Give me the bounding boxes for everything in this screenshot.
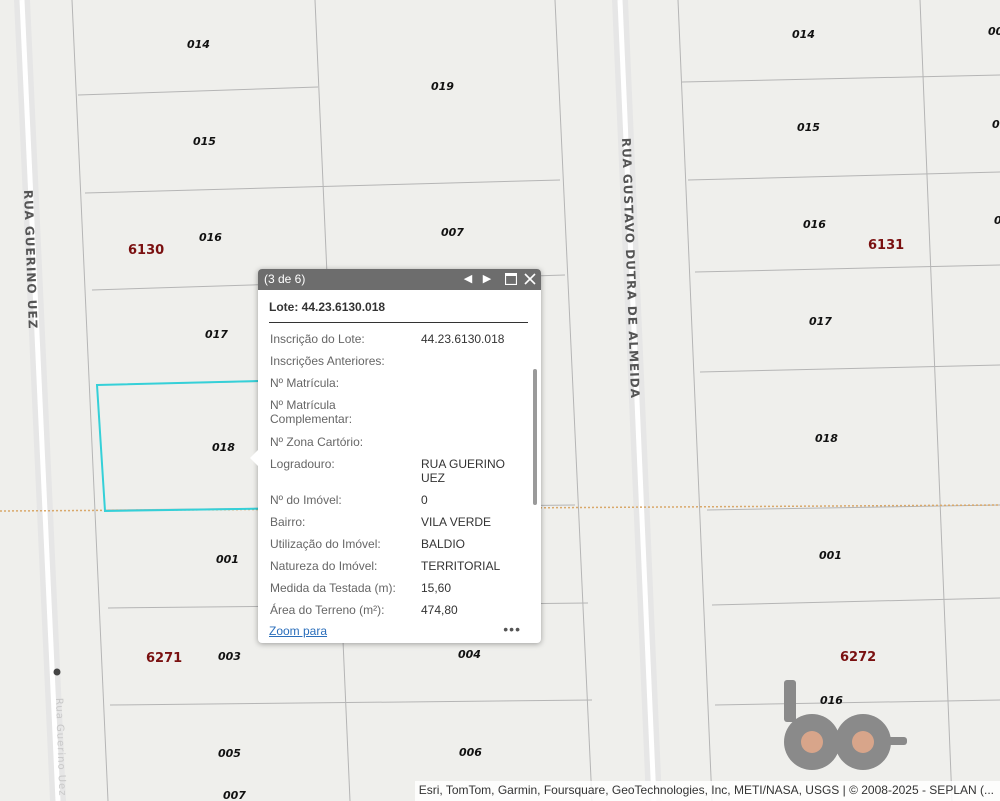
lot-label: 017 bbox=[809, 315, 832, 328]
lot-label: 014 bbox=[187, 38, 210, 51]
popup-scrollbar[interactable] bbox=[533, 369, 537, 505]
lot-label: 0 bbox=[994, 214, 1000, 227]
more-options-icon[interactable]: ••• bbox=[503, 621, 521, 637]
lot-label: 014 bbox=[792, 28, 815, 41]
brand-logo bbox=[784, 680, 907, 770]
block-label: 6130 bbox=[128, 243, 164, 258]
lot-label: 015 bbox=[193, 135, 216, 148]
popup-title: Lote: 44.23.6130.018 bbox=[269, 300, 386, 314]
lot-label: 018 bbox=[212, 441, 235, 454]
lot-label: 017 bbox=[205, 328, 228, 341]
lot-label: 004 bbox=[458, 648, 481, 661]
popup-counter: (3 de 6) bbox=[264, 272, 306, 286]
lot-label: 0 bbox=[992, 118, 1000, 131]
triangle-left-icon[interactable]: ◀ bbox=[461, 271, 475, 287]
lot-label: 001 bbox=[216, 553, 239, 566]
lot-label: 016 bbox=[199, 231, 222, 244]
popup-divider bbox=[269, 322, 528, 323]
map-attribution: Esri, TomTom, Garmin, Foursquare, GeoTec… bbox=[414, 781, 1000, 801]
lot-label: 00 bbox=[988, 25, 1000, 38]
popup-header: (3 de 6) ◀ ▶ bbox=[258, 269, 541, 290]
lot-label: 018 bbox=[815, 432, 838, 445]
lot-label: 001 bbox=[819, 549, 842, 562]
popup-attributes: Inscrição do Lote: 44.23.6130.018 Inscriç… bbox=[270, 332, 506, 617]
lot-label: 007 bbox=[441, 226, 464, 239]
zoom-to-link[interactable]: Zoom para bbox=[269, 624, 327, 638]
map-point-marker[interactable] bbox=[53, 668, 61, 676]
lot-label: 007 bbox=[223, 789, 246, 801]
lot-label: 006 bbox=[459, 746, 482, 759]
dock-icon[interactable] bbox=[504, 271, 518, 287]
block-label: 6272 bbox=[840, 650, 876, 665]
popup-pointer bbox=[250, 449, 259, 467]
block-label: 6131 bbox=[868, 238, 904, 253]
lot-label: 019 bbox=[431, 80, 454, 93]
lot-label: 016 bbox=[803, 218, 826, 231]
feature-popup: (3 de 6) ◀ ▶ Lote: 44.23.6130.018 Inscri… bbox=[250, 269, 541, 643]
close-icon[interactable] bbox=[523, 271, 537, 287]
lot-label: 005 bbox=[218, 747, 241, 760]
block-label: 6271 bbox=[146, 651, 182, 666]
triangle-right-icon[interactable]: ▶ bbox=[480, 271, 494, 287]
lot-label: 015 bbox=[797, 121, 820, 134]
lot-label: 003 bbox=[218, 650, 241, 663]
